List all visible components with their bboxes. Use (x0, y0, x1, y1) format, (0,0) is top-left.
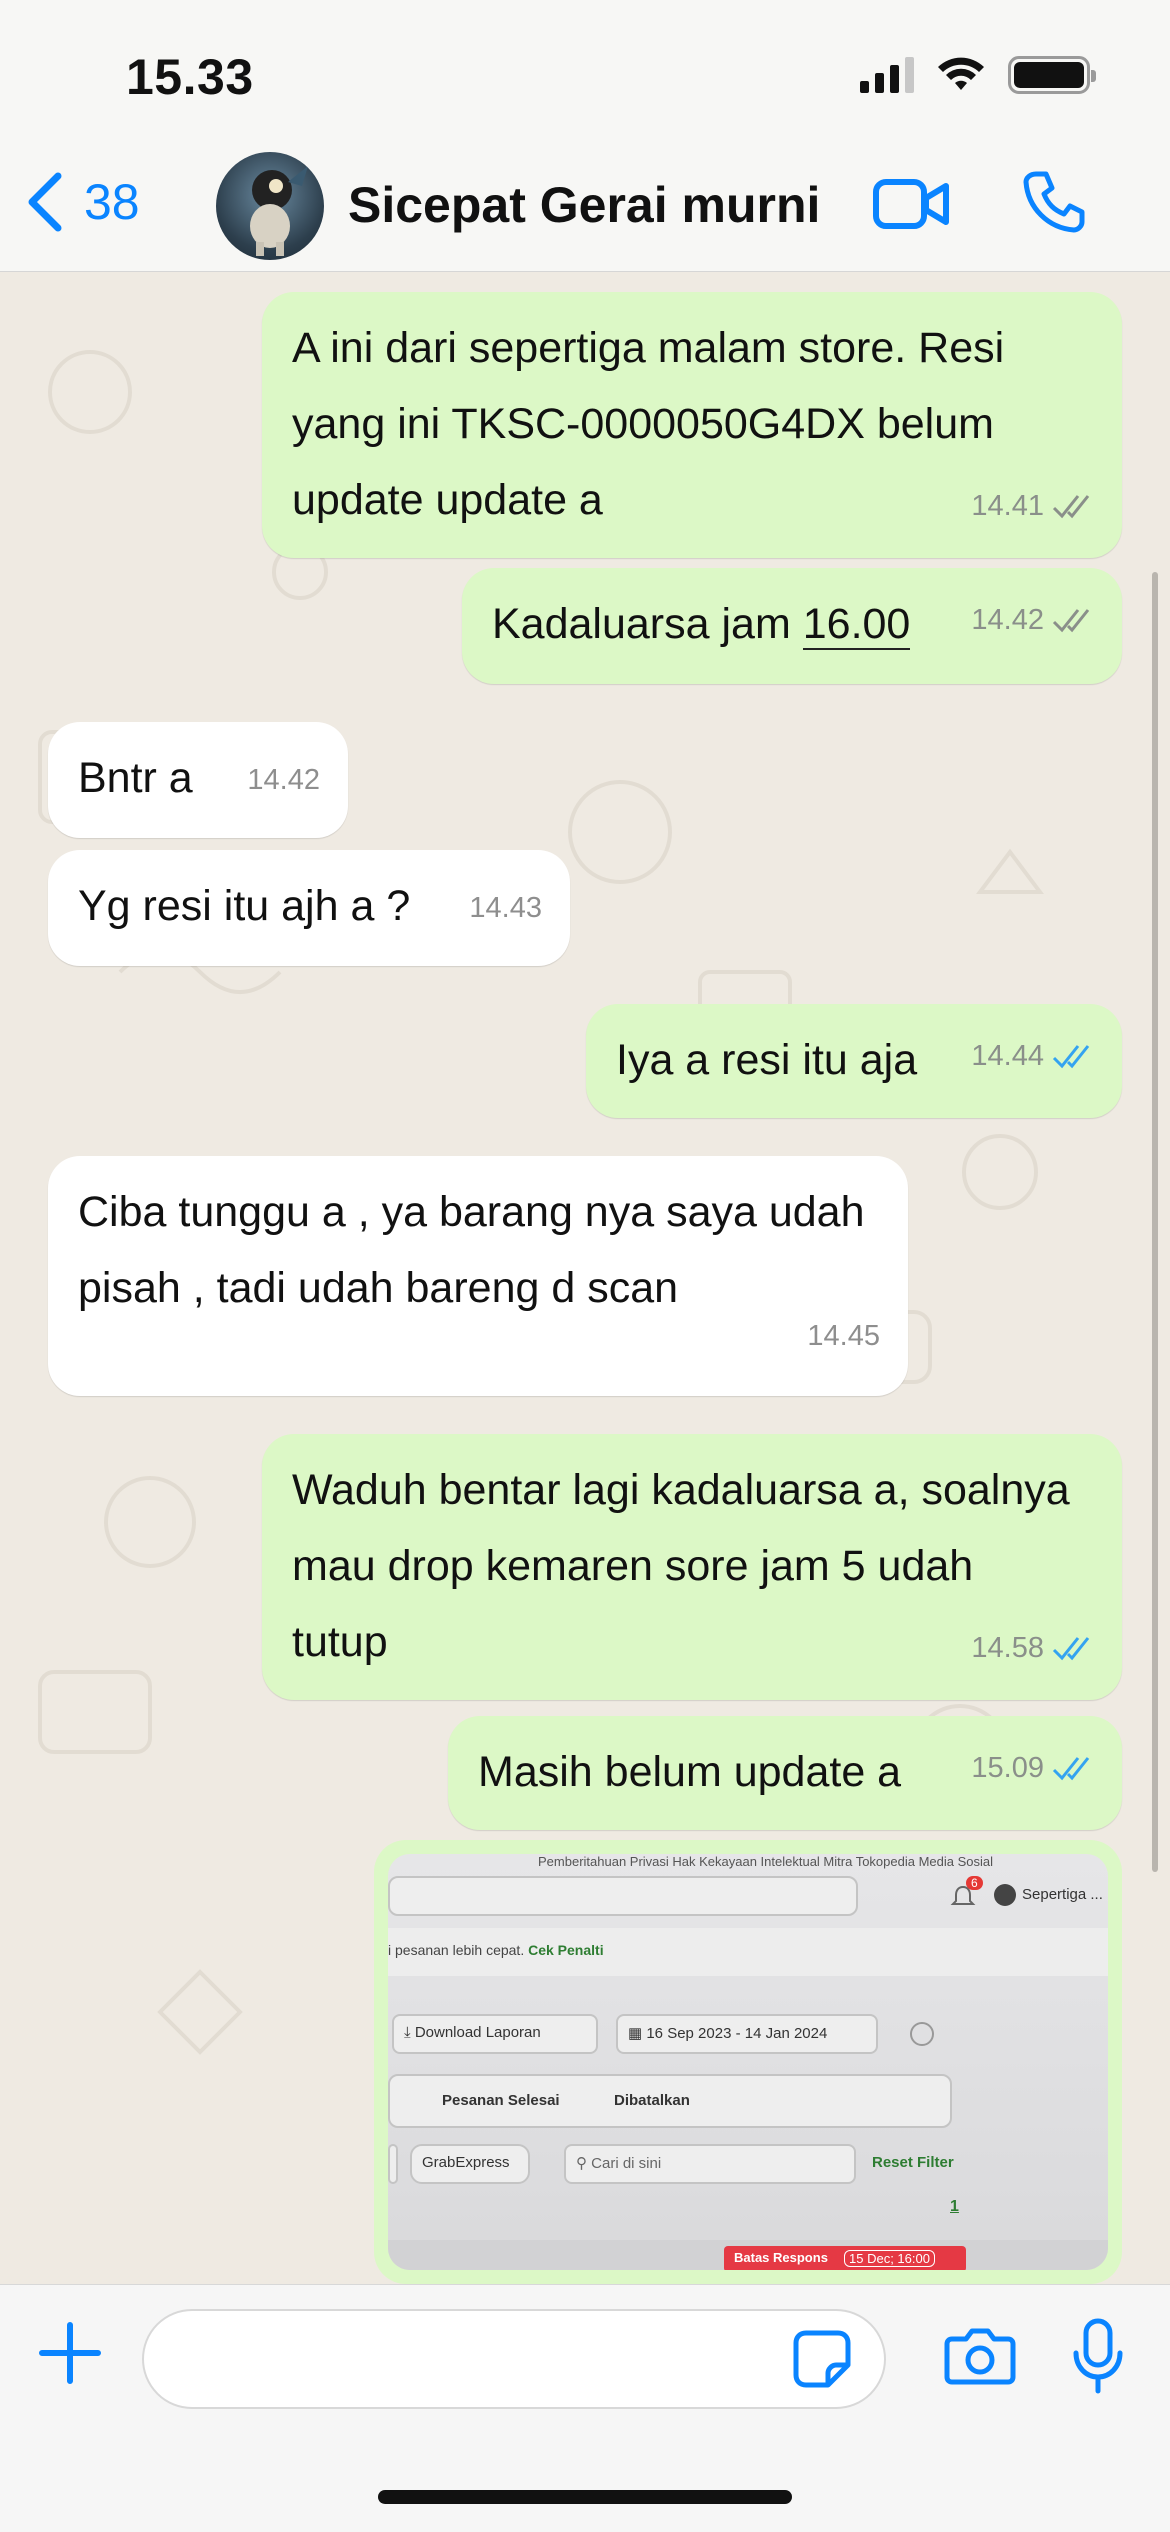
status-icons (860, 56, 1096, 94)
message-time: 14.44 (971, 1040, 1044, 1072)
message-meta: 14.41 (971, 468, 1094, 544)
chat-title[interactable]: Sicepat Gerai murni (348, 176, 820, 234)
message-text: Masih belum update a (478, 1748, 902, 1796)
message-outgoing[interactable]: Waduh bentar lagi kadaluarsa a, soalnya … (262, 1434, 1122, 1700)
message-meta: 14.58 (971, 1610, 1094, 1686)
cellular-signal-icon (860, 57, 914, 93)
reset-filter: Reset Filter (872, 2154, 954, 2171)
message-meta: 14.45 (807, 1298, 880, 1374)
tab-completed: Pesanan Selesai (442, 2092, 560, 2109)
message-link[interactable]: 16.00 (802, 600, 911, 650)
image-message[interactable]: Pemberitahuan Privasi Hak Kekayaan Intel… (374, 1840, 1122, 2284)
notice-text: i pesanan lebih cepat. (388, 1942, 529, 1958)
avatar-image (250, 166, 308, 256)
chat-header: 15.33 38 Sicepat Gerai murni (0, 0, 1170, 272)
shot-searchbar (388, 1876, 858, 1916)
chevron-left-icon (28, 172, 62, 232)
shot-top-links: Pemberitahuan Privasi Hak Kekayaan Intel… (538, 1854, 994, 1869)
battery-icon (1008, 56, 1096, 94)
courier-chip-label: GrabExpress (422, 2154, 510, 2171)
message-outgoing[interactable]: Iya a resi itu aja 14.44 (586, 1004, 1122, 1118)
pagination: 1 (950, 2198, 959, 2215)
message-incoming[interactable]: Yg resi itu ajh a ? 14.43 (48, 850, 570, 966)
shot-search-placeholder: Cari di sini (591, 2155, 662, 2172)
plus-icon[interactable] (36, 2319, 104, 2387)
message-meta: 15.09 (971, 1730, 1094, 1806)
message-time: 14.42 (971, 604, 1044, 636)
message-meta: 14.42 (247, 742, 320, 818)
message-text: Kadaluarsa jam (492, 600, 803, 648)
delivered-tick-icon (1052, 495, 1090, 519)
download-label: Download Laporan (414, 2024, 541, 2041)
message-text: Iya a resi itu aja (616, 1036, 918, 1084)
photo-attachment[interactable]: Pemberitahuan Privasi Hak Kekayaan Intel… (388, 1854, 1108, 2270)
message-text: A ini dari sepertiga malam store. Resi y… (292, 324, 1005, 524)
unread-count: 38 (84, 174, 140, 230)
message-time: 14.41 (971, 490, 1044, 522)
sticker-icon[interactable] (792, 2329, 852, 2389)
deadline-label: Batas Respons (734, 2250, 828, 2265)
video-call-icon[interactable] (872, 176, 950, 232)
message-text: Bntr a (78, 754, 193, 802)
deadline-value: 15 Dec; 16:00 (844, 2250, 935, 2267)
notification-badge: 6 (966, 1876, 983, 1890)
date-range-label: 16 Sep 2023 - 14 Jan 2024 (646, 2025, 828, 2042)
shot-chip-edge (388, 2144, 398, 2184)
message-outgoing[interactable]: Masih belum update a 15.09 (448, 1716, 1122, 1830)
read-tick-icon (1052, 1637, 1090, 1661)
wifi-icon (938, 57, 984, 90)
message-time: 14.45 (807, 1320, 880, 1352)
message-time: 15.09 (971, 1752, 1044, 1784)
message-meta: 14.42 (971, 582, 1094, 658)
message-outgoing[interactable]: Kadaluarsa jam 16.00 14.42 (462, 568, 1122, 684)
message-text: Ciba tunggu a , ya barang nya saya udah … (78, 1188, 865, 1312)
read-tick-icon (1052, 1757, 1090, 1781)
message-incoming[interactable]: Ciba tunggu a , ya barang nya saya udah … (48, 1156, 908, 1396)
avatar[interactable] (216, 152, 324, 260)
message-input[interactable] (142, 2309, 886, 2409)
home-indicator[interactable] (378, 2490, 792, 2504)
scroll-indicator[interactable] (1152, 572, 1158, 1872)
microphone-icon[interactable] (1070, 2317, 1126, 2397)
message-meta: 14.44 (971, 1018, 1094, 1094)
message-time: 14.42 (247, 764, 320, 796)
message-text: Waduh bentar lagi kadaluarsa a, soalnya … (292, 1466, 1070, 1666)
delivered-tick-icon (1052, 609, 1090, 633)
voice-call-icon[interactable] (1022, 170, 1086, 234)
read-tick-icon (1052, 1045, 1090, 1069)
info-icon (910, 2022, 934, 2046)
message-text: Yg resi itu ajh a ? (78, 882, 411, 930)
message-time: 14.58 (971, 1632, 1044, 1664)
message-time: 14.43 (469, 892, 542, 924)
store-name: Sepertiga ... (1022, 1886, 1103, 1903)
message-meta: 14.43 (469, 870, 542, 946)
status-time: 15.33 (126, 49, 254, 105)
notice-link: Cek Penalti (528, 1942, 604, 1958)
tab-cancelled: Dibatalkan (614, 2092, 690, 2109)
message-outgoing[interactable]: A ini dari sepertiga malam store. Resi y… (262, 292, 1122, 558)
back-button[interactable]: 38 (24, 172, 140, 232)
message-incoming[interactable]: Bntr a 14.42 (48, 722, 348, 838)
store-avatar (994, 1884, 1016, 1906)
camera-icon[interactable] (944, 2325, 1016, 2385)
